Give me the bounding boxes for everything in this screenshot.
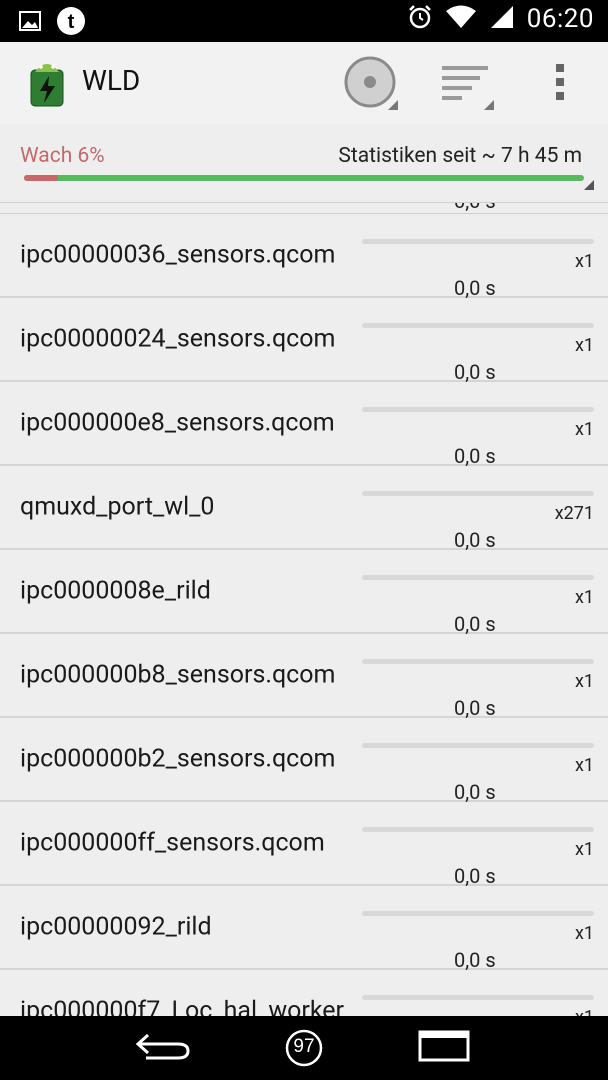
overflow-menu-button[interactable] xyxy=(532,56,588,112)
wakelock-count: x1 xyxy=(574,839,594,860)
wakelock-name: ipc000000f7_Loc_hal_worker xyxy=(20,996,345,1017)
navigation-bar: 97 xyxy=(0,1016,608,1080)
wakelock-list[interactable]: 0,0 s ipc00000036_sensors.qcomx10,0 sipc… xyxy=(0,203,608,1016)
list-item[interactable]: ipc000000b2_sensors.qcom x1 0,0 s xyxy=(0,718,608,804)
wakelock-name: ipc000000b2_sensors.qcom xyxy=(20,744,336,774)
recents-button[interactable] xyxy=(414,1024,474,1072)
duration-bar xyxy=(362,407,594,412)
record-icon xyxy=(342,54,398,114)
recents-icon xyxy=(417,1029,471,1067)
awake-label: Wach 6% xyxy=(20,144,105,168)
wakelock-count: x1 xyxy=(575,1007,594,1016)
wakelock-name: ipc0000008e_rild xyxy=(20,576,211,606)
wakelock-name: ipc000000e8_sensors.qcom xyxy=(20,408,335,438)
image-icon xyxy=(18,9,42,37)
home-badge: 97 xyxy=(293,1036,315,1057)
list-item[interactable]: qmuxd_port_wl_0 x271 0,0 s xyxy=(0,466,608,552)
list-item[interactable]: ipc00000024_sensors.qcom x1 0,0 s xyxy=(0,298,608,384)
wakelock-count: x1 xyxy=(574,671,594,692)
wakelock-count: x1 xyxy=(574,419,594,440)
duration-bar xyxy=(362,491,594,496)
duration-bar xyxy=(362,743,594,748)
svg-text:t: t xyxy=(68,11,75,33)
record-button[interactable] xyxy=(342,56,398,112)
duration-bar xyxy=(362,323,594,328)
back-icon xyxy=(134,1031,192,1065)
wakelock-duration: 0,0 s xyxy=(454,780,496,804)
wakelock-count: x1 xyxy=(574,251,594,272)
wakelock-duration: 0,0 s xyxy=(454,444,496,468)
wakelock-name: ipc00000036_sensors.qcom xyxy=(20,240,336,270)
duration-bar xyxy=(362,995,594,1000)
wakelock-duration: 0,0 s xyxy=(454,612,496,636)
wakelock-duration: 0,0 s xyxy=(454,360,496,384)
duration-bar xyxy=(362,827,594,832)
wakelock-count: x1 xyxy=(574,755,594,776)
alarm-icon xyxy=(407,4,433,34)
home-button[interactable]: 97 xyxy=(282,1024,326,1072)
wakelock-count: x1 xyxy=(574,335,594,356)
partial-list-item: 0,0 s xyxy=(0,203,608,214)
list-item[interactable]: ipc000000ff_sensors.qcom x1 0,0 s xyxy=(0,802,608,888)
list-item[interactable]: ipc00000092_rild x1 0,0 s xyxy=(0,886,608,972)
item-duration: 0,0 s xyxy=(454,203,496,213)
wakelock-duration: 0,0 s xyxy=(454,696,496,720)
back-button[interactable] xyxy=(132,1024,194,1072)
dropdown-corner-icon xyxy=(584,180,594,190)
duration-bar xyxy=(362,911,594,916)
awake-progress-bar xyxy=(24,175,584,181)
list-item[interactable]: ipc000000e8_sensors.qcom x1 0,0 s xyxy=(0,382,608,468)
wld-app-icon[interactable] xyxy=(28,58,66,112)
status-bar: t 06:20 xyxy=(0,0,608,42)
duration-bar xyxy=(362,239,594,244)
sort-button[interactable] xyxy=(438,56,494,112)
clock: 06:20 xyxy=(526,4,594,34)
list-item[interactable]: ipc00000036_sensors.qcom x1 0,0 s xyxy=(0,214,608,300)
wakelock-name: ipc000000ff_sensors.qcom xyxy=(20,828,325,858)
wakelock-name: ipc000000b8_sensors.qcom xyxy=(20,660,336,690)
wakelock-duration: 0,0 s xyxy=(454,948,496,972)
list-item[interactable]: ipc0000008e_rild x1 0,0 s xyxy=(0,550,608,636)
wakelock-count: x1 xyxy=(574,587,594,608)
duration-bar xyxy=(362,659,594,664)
wakelock-duration: 0,0 s xyxy=(454,864,496,888)
wakelock-count: x271 xyxy=(554,503,594,524)
awake-progress-fill xyxy=(24,175,58,181)
overflow-menu-icon xyxy=(555,62,565,106)
duration-bar xyxy=(362,575,594,580)
sort-icon xyxy=(438,54,494,114)
list-item[interactable]: ipc000000f7_Loc_hal_workerx10,0 s xyxy=(0,970,608,1016)
t-app-icon: t xyxy=(56,6,86,40)
wakelock-name: ipc00000092_rild xyxy=(20,912,212,942)
wakelock-count: x1 xyxy=(574,923,594,944)
wakelock-duration: 0,0 s xyxy=(454,528,496,552)
signal-icon xyxy=(489,4,515,34)
stats-header[interactable]: Wach 6% Statistiken seit ~ 7 h 45 m xyxy=(0,124,608,203)
app-title: WLD xyxy=(82,64,141,97)
wifi-icon xyxy=(445,4,477,34)
list-item[interactable]: ipc000000b8_sensors.qcom x1 0,0 s xyxy=(0,634,608,720)
wakelock-name: qmuxd_port_wl_0 xyxy=(20,492,215,522)
wakelock-duration: 0,0 s xyxy=(454,276,496,300)
stats-since-label: Statistiken seit ~ 7 h 45 m xyxy=(338,144,582,168)
wakelock-name: ipc00000024_sensors.qcom xyxy=(20,324,336,354)
action-bar: WLD xyxy=(0,42,608,125)
home-icon: 97 xyxy=(285,1029,323,1067)
